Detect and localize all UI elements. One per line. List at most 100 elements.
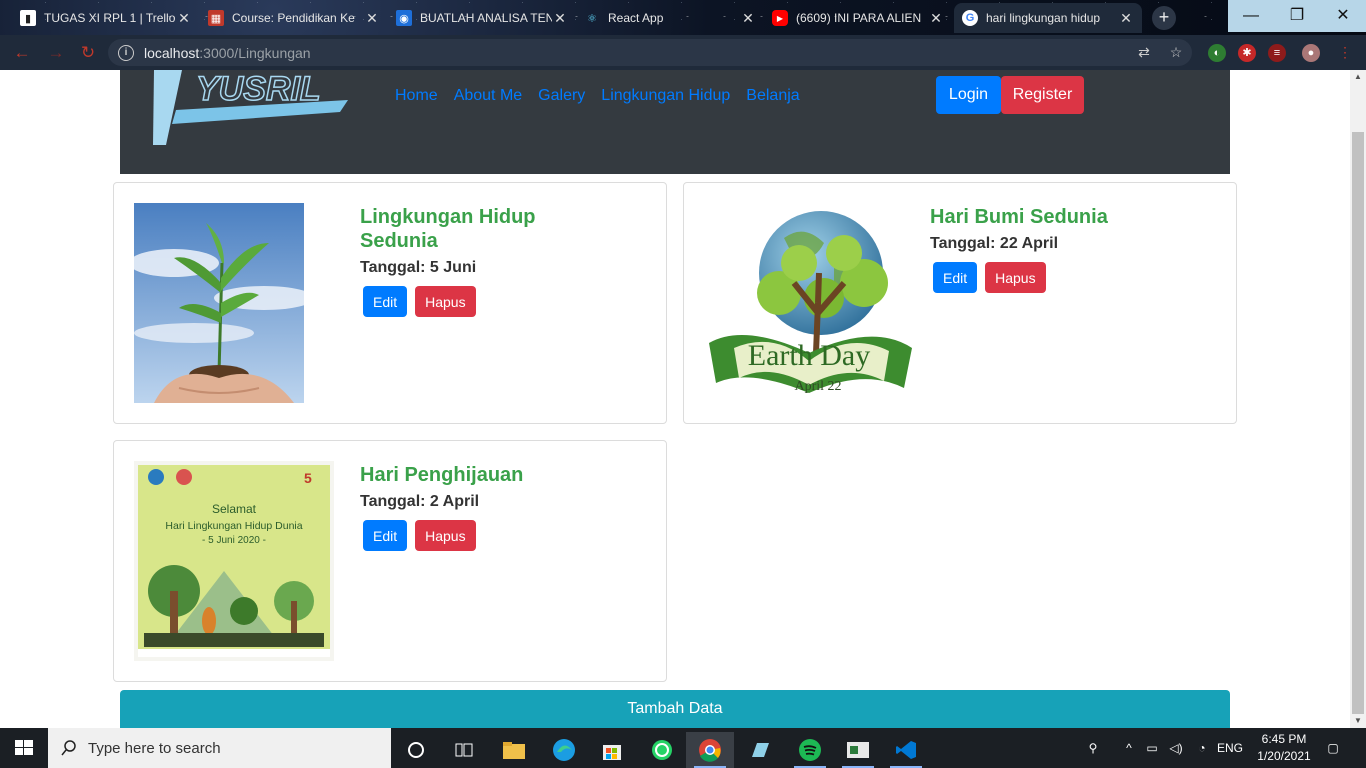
menu-lingkungan-hidup[interactable]: Lingkungan Hidup <box>601 87 730 105</box>
card-date: Tanggal: 22 April <box>930 235 1059 252</box>
delete-button[interactable]: Hapus <box>415 286 476 317</box>
tab-course[interactable]: ▦ Course: Pendidikan Ke ✕ <box>200 3 388 33</box>
show-hidden-icons-chevron-icon[interactable]: ^ <box>1120 728 1138 768</box>
menu-kebab-icon[interactable]: ⋮ <box>1336 43 1354 61</box>
browser-tab-strip: ▮ TUGAS XI RPL 1 | Trello ✕ ▦ Course: Pe… <box>0 0 1366 35</box>
windows-taskbar: Type here to search ⚲ ^ ▭ ◁) ◔ ENG 6:45 … <box>0 728 1366 768</box>
close-icon[interactable]: ✕ <box>1118 10 1134 27</box>
tab-title: React App <box>608 11 664 25</box>
close-icon[interactable]: ✕ <box>176 10 192 27</box>
browser-toolbar: ← → ↻ i localhost:3000/Lingkungan ⇄ ☆ ◐ … <box>0 35 1366 70</box>
app-icon[interactable] <box>736 732 784 768</box>
menu-home[interactable]: Home <box>395 87 438 105</box>
card-title: Hari Bumi Sedunia <box>930 206 1108 228</box>
chrome-icon[interactable] <box>686 732 734 768</box>
taskbar-search-box[interactable]: Type here to search <box>48 728 391 768</box>
tab-google-search[interactable]: G hari lingkungan hidup ✕ <box>954 3 1142 33</box>
extension-icon[interactable]: ✱ <box>1238 44 1256 62</box>
close-window-button[interactable]: ✕ <box>1320 0 1366 32</box>
add-data-button[interactable]: Tambah Data <box>120 690 1230 728</box>
card-date: Tanggal: 5 Juni <box>360 259 477 276</box>
tab-classroom[interactable]: ◉ BUATLAH ANALISA TEN ✕ <box>388 3 576 33</box>
tab-youtube[interactable]: ▶ (6609) INI PARA ALIEN ✕ <box>764 3 952 33</box>
notifications-icon[interactable]: ▢ <box>1322 728 1344 768</box>
bookmark-star-icon[interactable]: ☆ <box>1167 43 1185 61</box>
earth-day-subtext: April 22 <box>794 379 841 394</box>
avatar[interactable]: ● <box>1302 44 1320 62</box>
card-title: Lingkungan Hidup Sedunia <box>360 206 536 252</box>
new-tab-button[interactable]: + <box>1152 6 1176 30</box>
menu-galery[interactable]: Galery <box>538 87 585 105</box>
extension-icon[interactable]: ≡ <box>1268 44 1286 62</box>
close-icon[interactable]: ✕ <box>552 10 568 27</box>
language-indicator[interactable]: ENG <box>1216 728 1244 768</box>
edge-icon[interactable] <box>540 732 588 768</box>
tab-title: BUATLAH ANALISA TEN <box>420 11 552 25</box>
event-card: Lingkungan Hidup Sedunia Tanggal: 5 Juni… <box>113 182 667 424</box>
clock-time: 6:45 PM <box>1261 732 1307 746</box>
delete-button[interactable]: Hapus <box>415 520 476 551</box>
volume-icon[interactable]: ◁) <box>1166 728 1186 768</box>
forward-icon[interactable]: → <box>46 43 66 63</box>
tab-title: (6609) INI PARA ALIEN <box>796 11 922 25</box>
url-text: localhost:3000/Lingkungan <box>144 44 311 61</box>
delete-button[interactable]: Hapus <box>985 262 1046 293</box>
edit-button[interactable]: Edit <box>363 520 408 551</box>
people-icon[interactable]: ⚲ <box>1080 728 1106 768</box>
app-window-icon[interactable] <box>834 732 882 768</box>
whatsapp-icon[interactable] <box>638 732 686 768</box>
login-button[interactable]: Login <box>936 76 1001 114</box>
react-icon: ⚛ <box>587 12 597 25</box>
extension-icon[interactable]: ◐ <box>1208 44 1226 62</box>
moodle-icon: ▦ <box>208 10 224 26</box>
task-view-icon[interactable] <box>440 732 488 768</box>
site-info-icon[interactable]: i <box>118 44 134 61</box>
vscode-icon[interactable] <box>882 732 930 768</box>
wifi-icon[interactable]: ◔ <box>1192 728 1212 768</box>
event-card: Earth Day April 22 Hari Bumi Sedunia Tan… <box>683 182 1237 424</box>
tab-title: hari lingkungan hidup <box>986 11 1101 25</box>
google-icon: G <box>962 10 978 26</box>
trello-icon: ▮ <box>20 10 36 26</box>
windows-start-icon[interactable] <box>0 728 48 768</box>
youtube-icon: ▶ <box>772 10 788 26</box>
scroll-down-icon[interactable]: ▼ <box>1350 714 1366 728</box>
scrollbar-thumb[interactable] <box>1352 132 1364 714</box>
reload-icon[interactable]: ↻ <box>78 43 98 63</box>
tab-react-app[interactable]: ⚛ React App ✕ <box>576 3 764 33</box>
register-button[interactable]: Register <box>1001 76 1084 114</box>
page-scrollbar[interactable]: ▲ ▼ <box>1350 70 1366 728</box>
poster-date: - 5 Juni 2020 - <box>202 535 266 546</box>
page-viewport: YUSRIL Home About Me Galery Lingkungan H… <box>0 70 1350 728</box>
scroll-up-icon[interactable]: ▲ <box>1350 70 1366 84</box>
restore-button[interactable]: ❐ <box>1274 0 1320 32</box>
address-bar[interactable]: i localhost:3000/Lingkungan <box>108 39 1192 66</box>
close-icon[interactable]: ✕ <box>928 10 944 27</box>
translate-icon[interactable]: ⇄ <box>1135 43 1153 61</box>
menu-about-me[interactable]: About Me <box>454 87 522 105</box>
edit-button[interactable]: Edit <box>933 262 978 293</box>
close-icon[interactable]: ✕ <box>364 10 380 27</box>
tab-title: Course: Pendidikan Ke <box>232 11 355 25</box>
microsoft-store-icon[interactable] <box>588 732 636 768</box>
minimize-button[interactable]: — <box>1228 0 1274 32</box>
classroom-icon: ◉ <box>396 10 412 26</box>
plant-in-hands-image <box>134 203 304 403</box>
svg-text:5: 5 <box>304 470 312 486</box>
edit-button[interactable]: Edit <box>363 286 408 317</box>
earth-day-image: Earth Day April 22 <box>709 211 912 394</box>
site-logo: YUSRIL <box>153 70 348 145</box>
clock-date: 1/20/2021 <box>1257 749 1311 763</box>
file-explorer-icon[interactable] <box>490 732 538 768</box>
tab-trello[interactable]: ▮ TUGAS XI RPL 1 | Trello ✕ <box>12 3 200 33</box>
cortana-icon[interactable] <box>392 732 440 768</box>
search-icon <box>61 740 76 756</box>
back-icon[interactable]: ← <box>12 43 32 63</box>
main-menu: Home About Me Galery Lingkungan Hidup Be… <box>395 87 800 105</box>
card-date: Tanggal: 2 April <box>360 493 480 510</box>
spotify-icon[interactable] <box>786 732 834 768</box>
close-icon[interactable]: ✕ <box>740 10 756 27</box>
menu-belanja[interactable]: Belanja <box>746 87 799 105</box>
taskbar-clock[interactable]: 6:45 PM 1/20/2021 <box>1246 731 1322 765</box>
battery-icon[interactable]: ▭ <box>1142 728 1162 768</box>
